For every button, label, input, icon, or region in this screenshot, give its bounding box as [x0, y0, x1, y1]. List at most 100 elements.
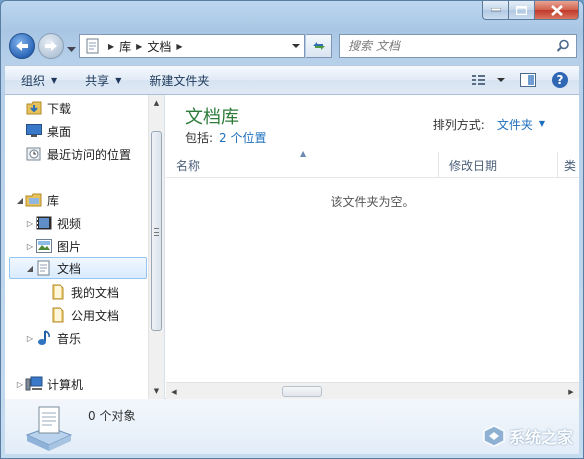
new-folder-label: 新建文件夹 — [149, 73, 210, 88]
arrange-by-control[interactable]: 排列方式: 文件夹 ▼ — [433, 116, 545, 133]
new-folder-button[interactable]: 新建文件夹 — [139, 68, 219, 92]
minimize-icon — [490, 8, 501, 12]
nav-item-label: 视频 — [57, 216, 82, 231]
library-title: 文档库 — [185, 107, 239, 128]
share-label: 共享 — [85, 73, 110, 88]
breadcrumb-libraries[interactable]: 库 — [119, 38, 131, 55]
folder-icon — [49, 284, 67, 300]
nav-item-label: 最近访问的位置 — [47, 147, 132, 162]
breadcrumb-arrow-icon[interactable]: ▶ — [136, 42, 142, 51]
preview-pane-icon — [520, 73, 536, 87]
search-box[interactable] — [339, 34, 577, 58]
column-header-row: 名称 ▲ 修改日期 类 — [166, 149, 579, 178]
help-icon: ? — [552, 72, 568, 88]
nav-item-recent-places[interactable]: 最近访问的位置 — [25, 143, 131, 165]
nav-item-label: 图片 — [57, 239, 82, 254]
organize-menu[interactable]: 组织 ▼ — [11, 68, 67, 92]
back-arrow-icon — [16, 41, 28, 51]
recent-pages-button[interactable] — [67, 42, 76, 56]
expand-arrow-icon[interactable]: ▷ — [15, 380, 25, 389]
share-menu[interactable]: 共享 ▼ — [75, 68, 131, 92]
chevron-down-icon: ▼ — [115, 75, 122, 85]
maximize-icon — [516, 5, 527, 15]
address-dropdown-button[interactable] — [288, 35, 304, 57]
breadcrumb-documents[interactable]: 文档 — [147, 38, 171, 55]
forward-button[interactable] — [38, 33, 64, 59]
downloads-icon — [25, 100, 43, 116]
nav-item-music[interactable]: ▷ 音乐 — [25, 327, 81, 349]
nav-item-pictures[interactable]: ▷ 图片 — [25, 235, 81, 257]
navigation-pane: 下载 桌面 最近访问的位置 ◢ 库 ▷ 视频 ▷ 图片 ◢ 文档 我的文档 公用… — [5, 95, 165, 399]
libraries-icon — [25, 192, 43, 208]
scrollbar-thumb[interactable] — [151, 131, 162, 331]
nav-item-my-documents[interactable]: 我的文档 — [49, 281, 119, 303]
folder-icon — [49, 307, 67, 323]
watermark-logo — [483, 425, 505, 447]
forward-arrow-icon — [45, 41, 57, 51]
nav-item-computer[interactable]: ▷ 计算机 — [15, 373, 83, 395]
pictures-icon — [35, 238, 53, 254]
search-input[interactable] — [348, 39, 548, 53]
view-options-icon — [472, 75, 505, 85]
music-icon — [35, 330, 53, 346]
nav-item-videos[interactable]: ▷ 视频 — [25, 212, 81, 234]
expand-arrow-icon[interactable]: ▷ — [25, 219, 35, 228]
collapse-arrow-icon[interactable]: ◢ — [15, 196, 25, 205]
nav-item-documents[interactable]: ◢ 文档 — [9, 257, 147, 279]
column-date-modified[interactable]: 修改日期 — [439, 152, 558, 178]
grip-icon — [154, 228, 159, 236]
library-includes: 包括: 2 个位置 — [185, 129, 267, 146]
nav-item-downloads[interactable]: 下载 — [25, 97, 71, 119]
command-bar: 组织 ▼ 共享 ▼ 新建文件夹 ? — [5, 65, 579, 95]
nav-item-label: 计算机 — [47, 377, 84, 392]
breadcrumb-arrow-icon[interactable]: ▶ — [176, 42, 182, 51]
expand-arrow-icon[interactable]: ▷ — [25, 334, 35, 343]
videos-icon — [35, 215, 53, 231]
empty-folder-message: 该文件夹为空。 — [330, 195, 415, 209]
navigation-bar: ▶ 库 ▶ 文档 ▶ — [7, 31, 577, 61]
back-button[interactable] — [9, 33, 35, 59]
nav-item-label: 音乐 — [57, 331, 82, 346]
minimize-button[interactable] — [482, 1, 509, 20]
scroll-up-button[interactable]: ▲ — [149, 95, 164, 111]
column-label: 名称 — [176, 158, 201, 173]
content-horizontal-scrollbar[interactable]: ◀ ▶ — [166, 382, 579, 399]
expand-arrow-icon[interactable]: ▷ — [25, 242, 35, 251]
nav-item-libraries[interactable]: ◢ 库 — [15, 189, 59, 211]
svg-text:?: ? — [557, 73, 564, 87]
nav-item-label: 公用文档 — [71, 308, 120, 323]
scrollbar-thumb[interactable] — [282, 386, 322, 397]
column-label: 修改日期 — [449, 158, 498, 173]
caption-buttons — [482, 1, 579, 21]
nav-item-public-documents[interactable]: 公用文档 — [49, 304, 119, 326]
collapse-arrow-icon[interactable]: ◢ — [25, 264, 35, 273]
scroll-left-button[interactable]: ◀ — [166, 383, 182, 400]
scroll-right-button[interactable]: ▶ — [563, 383, 579, 400]
desktop-icon — [25, 123, 43, 139]
search-icon[interactable] — [556, 39, 570, 56]
arrange-by-value[interactable]: 文件夹 — [497, 116, 533, 133]
refresh-icon — [312, 42, 325, 50]
help-button[interactable]: ? — [547, 69, 573, 91]
documents-icon — [35, 260, 53, 276]
address-bar[interactable]: ▶ 库 ▶ 文档 ▶ — [79, 34, 305, 58]
column-name[interactable]: 名称 ▲ — [166, 149, 439, 178]
breadcrumb-arrow-icon[interactable]: ▶ — [108, 42, 114, 51]
navigation-pane-scrollbar[interactable]: ▲ ▼ — [148, 95, 164, 399]
locations-link[interactable]: 2 个位置 — [219, 131, 266, 145]
close-button[interactable] — [535, 1, 579, 20]
change-view-button[interactable] — [469, 69, 509, 91]
recent-places-icon — [25, 146, 43, 162]
maximize-button[interactable] — [509, 1, 535, 20]
column-type[interactable]: 类 — [558, 152, 584, 178]
organize-label: 组织 — [21, 73, 46, 88]
preview-pane-button[interactable] — [515, 69, 541, 91]
nav-item-desktop[interactable]: 桌面 — [25, 120, 71, 142]
main-area: 下载 桌面 最近访问的位置 ◢ 库 ▷ 视频 ▷ 图片 ◢ 文档 我的文档 公用… — [5, 95, 579, 399]
refresh-button[interactable] — [306, 34, 332, 58]
scroll-down-button[interactable]: ▼ — [149, 383, 164, 399]
watermark: 系统之家 — [483, 424, 573, 448]
item-count: 0 个对象 — [88, 409, 136, 423]
nav-item-label: 下载 — [47, 101, 72, 116]
column-label: 类 — [564, 158, 577, 173]
